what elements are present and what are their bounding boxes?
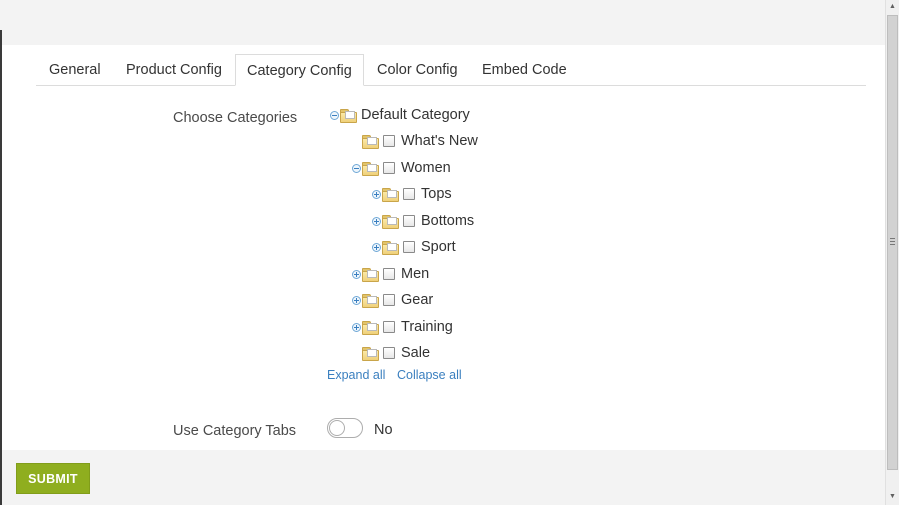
checkbox[interactable] [383,135,395,147]
tree-node-label[interactable]: Sport [421,239,456,255]
checkbox[interactable] [383,347,395,359]
folder-icon [382,187,399,202]
tree-node-women: Women [352,158,451,178]
expand-all-link[interactable]: Expand all [327,368,385,382]
checkbox[interactable] [383,268,395,280]
tree-node-label[interactable]: Women [401,160,451,176]
expand-toggle-icon[interactable] [352,295,361,305]
scroll-down-arrow-icon[interactable]: ▼ [886,490,899,504]
tree-node-sale: Sale [352,343,430,363]
expand-toggle-icon[interactable] [352,322,361,332]
collapse-all-link[interactable]: Collapse all [397,368,462,382]
tree-node-bottoms: Bottoms [372,211,474,231]
tree-node-label[interactable]: Sale [401,345,430,361]
tab-color-config[interactable]: Color Config [366,54,469,85]
grip-icon [890,238,895,245]
tree-node-gear: Gear [352,290,433,310]
checkbox[interactable] [383,162,395,174]
expand-toggle-icon[interactable] [372,216,381,226]
folder-icon [362,161,379,176]
collapse-toggle-icon[interactable] [352,163,361,173]
top-bar [0,0,885,45]
folder-icon [382,240,399,255]
tab-product-config[interactable]: Product Config [115,54,233,85]
scroll-up-arrow-icon[interactable]: ▲ [886,0,899,14]
expand-toggle-icon[interactable] [352,269,361,279]
collapse-toggle-icon[interactable] [330,110,339,120]
tree-node-default-category: Default Category [330,105,470,125]
tree-node-sport: Sport [372,237,456,257]
tree-node-label[interactable]: Bottoms [421,213,474,229]
expand-toggle-icon[interactable] [372,242,381,252]
scrollbar-thumb[interactable] [887,15,898,470]
tree-node-whats-new: What's New [352,131,478,151]
toggle-state-label: No [374,422,393,438]
tree-node-label[interactable]: Tops [421,186,452,202]
submit-button[interactable]: SUBMIT [16,463,90,494]
tab-bar: General Product Config Category Config C… [36,54,866,86]
checkbox[interactable] [403,215,415,227]
checkbox[interactable] [403,241,415,253]
folder-icon [362,134,379,149]
toggle-knob [329,420,345,436]
folder-icon [362,320,379,335]
folder-icon [362,293,379,308]
expand-toggle-icon[interactable] [372,189,381,199]
tree-node-label[interactable]: Training [401,319,453,335]
tree-node-label[interactable]: Gear [401,292,433,308]
folder-icon [362,346,379,361]
tree-node-men: Men [352,264,429,284]
vertical-scrollbar[interactable]: ▲ ▼ [885,0,899,505]
tree-node-label[interactable]: What's New [401,133,478,149]
folder-icon [340,108,357,123]
folder-icon [382,214,399,229]
tab-category-config[interactable]: Category Config [235,54,364,86]
folder-icon [362,267,379,282]
checkbox[interactable] [383,321,395,333]
category-tabs-toggle[interactable] [327,418,363,438]
tree-node-tops: Tops [372,184,452,204]
tab-embed-code[interactable]: Embed Code [471,54,578,85]
tree-node-training: Training [352,317,453,337]
config-panel: General Product Config Category Config C… [2,45,885,450]
checkbox[interactable] [383,294,395,306]
choose-categories-label: Choose Categories [173,110,298,126]
tab-general[interactable]: General [38,54,112,85]
checkbox[interactable] [403,188,415,200]
tree-node-label[interactable]: Men [401,266,429,282]
use-category-tabs-label: Use Category Tabs [173,423,297,439]
tree-node-label[interactable]: Default Category [361,107,470,123]
